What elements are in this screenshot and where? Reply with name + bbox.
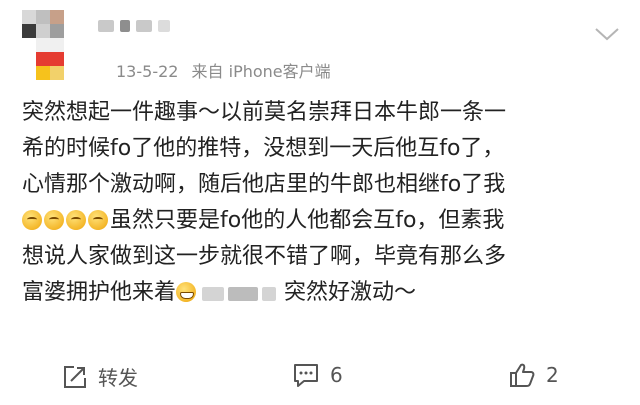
thinking-emoji-icon bbox=[66, 210, 86, 230]
thumbs-up-icon bbox=[510, 363, 535, 387]
content-line: 想说人家做到这一步就很不错了啊，毕竟有那么多 bbox=[22, 244, 507, 269]
content-line-with-emoji: 虽然只要是fo他的人他都会互fo，但素我 bbox=[22, 203, 622, 239]
comment-count: 6 bbox=[330, 363, 343, 387]
repost-button[interactable]: 转发 bbox=[62, 362, 138, 391]
content-text: 虽然只要是fo他的人他都会互fo，但素我 bbox=[110, 208, 505, 233]
like-button[interactable]: 2 bbox=[508, 362, 559, 388]
action-bar: 转发 6 2 bbox=[0, 358, 640, 394]
username-redacted[interactable] bbox=[98, 20, 170, 32]
post-source: 来自 iPhone客户端 bbox=[191, 62, 331, 81]
comment-button[interactable]: 6 bbox=[292, 362, 343, 388]
thinking-emoji-icon bbox=[22, 210, 42, 230]
weibo-post: 13-5-22 来自 iPhone客户端 突然想起一件趣事～以前莫名崇拜日本牛郎… bbox=[0, 0, 640, 405]
content-line: 希的时候fo了他的推特，没想到一天后他互fo了， bbox=[22, 136, 505, 161]
content-text: 突然好激动～ bbox=[284, 280, 417, 305]
repost-icon bbox=[64, 365, 86, 388]
post-content: 突然想起一件趣事～以前莫名崇拜日本牛郎一条一 希的时候fo了他的推特，没想到一天… bbox=[22, 95, 622, 311]
like-count: 2 bbox=[546, 363, 559, 387]
chevron-down-icon[interactable] bbox=[594, 26, 620, 42]
thinking-emoji-icon bbox=[44, 210, 64, 230]
repost-label: 转发 bbox=[98, 366, 138, 390]
content-text: 富婆拥护他来着 bbox=[22, 280, 177, 305]
post-meta: 13-5-22 来自 iPhone客户端 bbox=[116, 58, 337, 82]
post-date: 13-5-22 bbox=[116, 62, 179, 81]
comment-icon bbox=[294, 364, 318, 387]
redacted-mention[interactable] bbox=[202, 277, 280, 313]
thinking-emoji-icon bbox=[88, 210, 108, 230]
content-line: 突然想起一件趣事～以前莫名崇拜日本牛郎一条一 bbox=[22, 100, 507, 125]
content-line-with-emoji: 富婆拥护他来着 突然好激动～ bbox=[22, 275, 622, 311]
content-line: 心情那个激动啊，随后他店里的牛郎也相继fo了我 bbox=[22, 172, 506, 197]
avatar[interactable] bbox=[22, 10, 74, 80]
grin-emoji-icon bbox=[176, 282, 197, 302]
